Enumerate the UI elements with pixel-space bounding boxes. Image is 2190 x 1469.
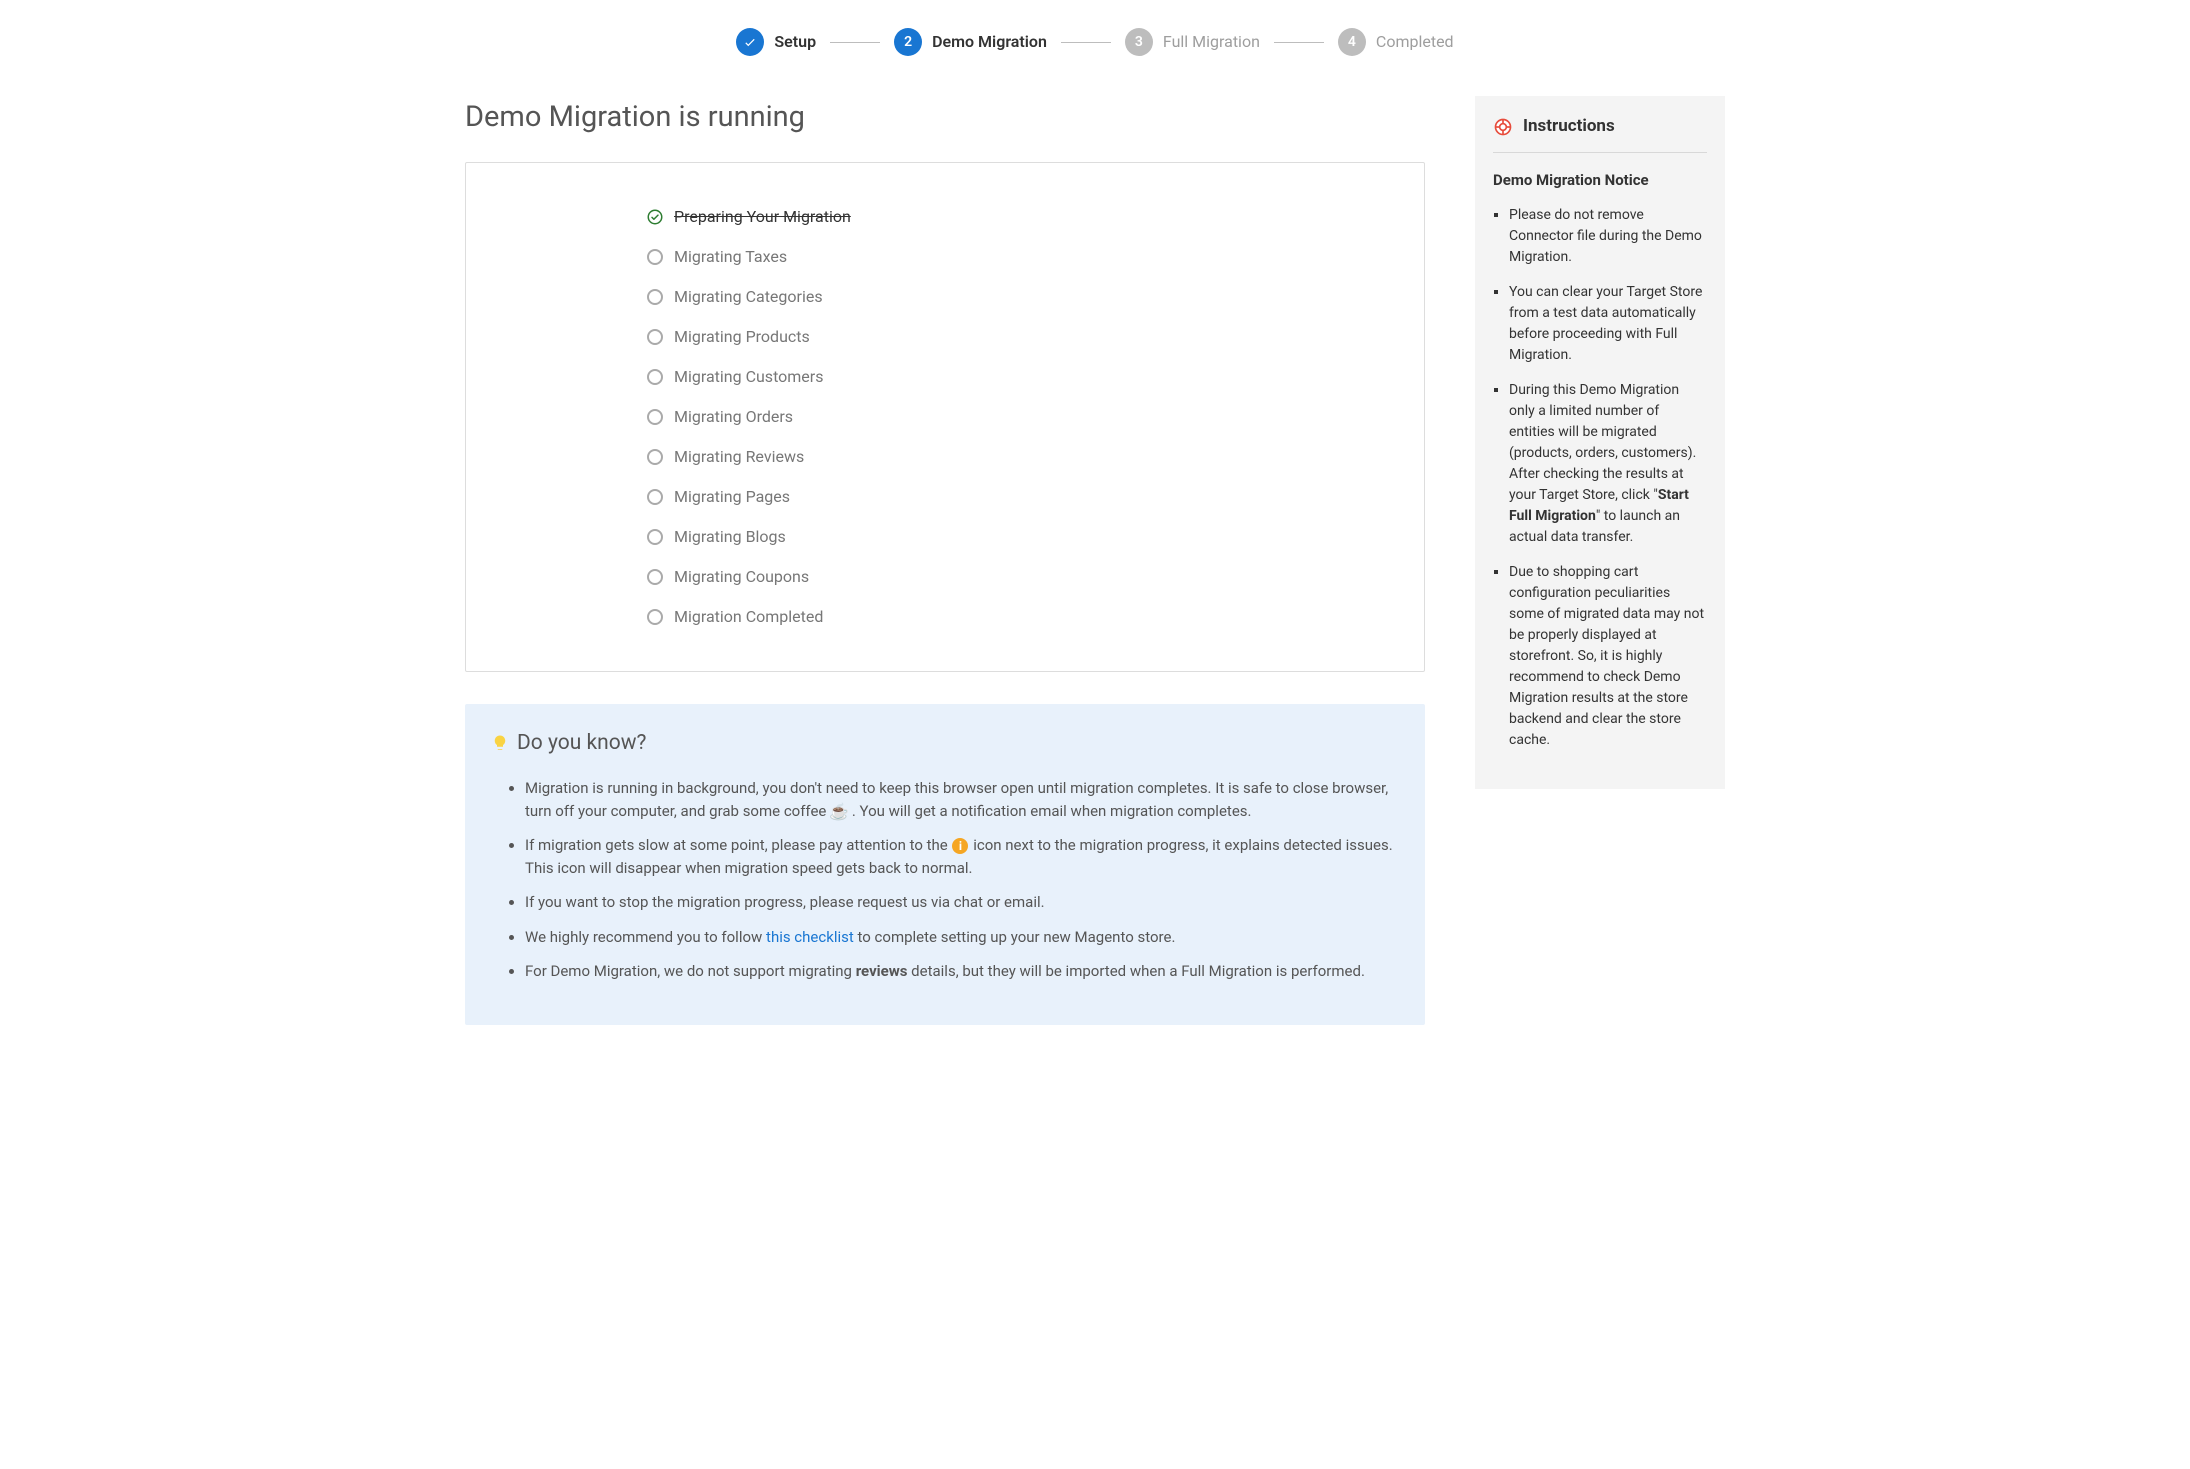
migration-progress-list: Preparing Your Migration Migrating Taxes M… <box>646 197 1404 637</box>
step-connector <box>1274 42 1324 43</box>
progress-label: Migrating Orders <box>674 405 793 429</box>
progress-label: Preparing Your Migration <box>674 205 851 229</box>
progress-label: Migrating Customers <box>674 365 823 389</box>
progress-item: Migrating Orders <box>646 397 1404 437</box>
progress-item: Migrating Pages <box>646 477 1404 517</box>
step-label: Setup <box>774 30 816 54</box>
progress-item: Migrating Reviews <box>646 437 1404 477</box>
instructions-title: Instructions <box>1523 114 1615 140</box>
progress-label: Migrating Blogs <box>674 525 786 549</box>
progress-item: Migrating Customers <box>646 357 1404 397</box>
progress-label: Migrating Categories <box>674 285 823 309</box>
info-title-text: Do you know? <box>517 728 646 760</box>
progress-label: Migrating Reviews <box>674 445 804 469</box>
step-number-icon: 3 <box>1125 28 1153 56</box>
coffee-icon: ☕ <box>830 803 848 821</box>
info-tip: If migration gets slow at some point, pl… <box>525 834 1399 879</box>
progress-item: Migrating Taxes <box>646 237 1404 277</box>
progress-item: Migrating Coupons <box>646 557 1404 597</box>
progress-item: Migrating Blogs <box>646 517 1404 557</box>
pending-circle-icon <box>646 408 664 426</box>
pending-circle-icon <box>646 368 664 386</box>
pending-circle-icon <box>646 568 664 586</box>
pending-circle-icon <box>646 448 664 466</box>
pending-circle-icon <box>646 288 664 306</box>
progress-item: Preparing Your Migration <box>646 197 1404 237</box>
do-you-know-box: Do you know? Migration is running in bac… <box>465 704 1425 1025</box>
info-list: Migration is running in background, you … <box>491 777 1399 983</box>
step-setup: Setup <box>736 28 816 56</box>
checklist-link[interactable]: this checklist <box>766 928 854 946</box>
page-title: Demo Migration is running <box>465 96 1425 140</box>
migration-progress-card: Preparing Your Migration Migrating Taxes M… <box>465 162 1425 672</box>
notice-subtitle: Demo Migration Notice <box>1493 169 1707 192</box>
lightbulb-icon <box>491 734 509 752</box>
pending-circle-icon <box>646 528 664 546</box>
check-circle-icon <box>646 208 664 226</box>
step-label: Demo Migration <box>932 30 1047 54</box>
pending-circle-icon <box>646 488 664 506</box>
lifebuoy-icon <box>1493 117 1513 137</box>
notice-item: You can clear your Target Store from a t… <box>1509 282 1707 366</box>
notice-item: Please do not remove Connector file duri… <box>1509 205 1707 268</box>
progress-label: Migrating Pages <box>674 485 790 509</box>
info-icon: i <box>951 837 969 855</box>
info-tip: We highly recommend you to follow this c… <box>525 926 1399 949</box>
notice-item: Due to shopping cart configuration pecul… <box>1509 562 1707 751</box>
progress-item: Migrating Categories <box>646 277 1404 317</box>
step-completed: 4 Completed <box>1338 28 1454 56</box>
check-icon <box>736 28 764 56</box>
pending-circle-icon <box>646 248 664 266</box>
progress-item: Migration Completed <box>646 597 1404 637</box>
progress-label: Migration Completed <box>674 605 823 629</box>
pending-circle-icon <box>646 608 664 626</box>
step-label: Completed <box>1376 30 1454 54</box>
step-connector <box>1061 42 1111 43</box>
notice-item: During this Demo Migration only a limite… <box>1509 380 1707 548</box>
info-tip: If you want to stop the migration progre… <box>525 891 1399 914</box>
progress-item: Migrating Products <box>646 317 1404 357</box>
step-connector <box>830 42 880 43</box>
info-tip: For Demo Migration, we do not support mi… <box>525 960 1399 983</box>
pending-circle-icon <box>646 328 664 346</box>
step-label: Full Migration <box>1163 30 1260 54</box>
step-full-migration: 3 Full Migration <box>1125 28 1260 56</box>
progress-label: Migrating Taxes <box>674 245 787 269</box>
progress-label: Migrating Coupons <box>674 565 809 589</box>
wizard-stepper: Setup 2 Demo Migration 3 Full Migration … <box>465 28 1725 56</box>
instructions-panel: Instructions Demo Migration Notice Pleas… <box>1475 96 1725 789</box>
instructions-header: Instructions <box>1493 114 1707 153</box>
info-tip: Migration is running in background, you … <box>525 777 1399 822</box>
step-demo-migration: 2 Demo Migration <box>894 28 1047 56</box>
step-number-icon: 4 <box>1338 28 1366 56</box>
step-number-icon: 2 <box>894 28 922 56</box>
info-title: Do you know? <box>491 728 1399 760</box>
progress-label: Migrating Products <box>674 325 810 349</box>
notice-list: Please do not remove Connector file duri… <box>1493 205 1707 751</box>
